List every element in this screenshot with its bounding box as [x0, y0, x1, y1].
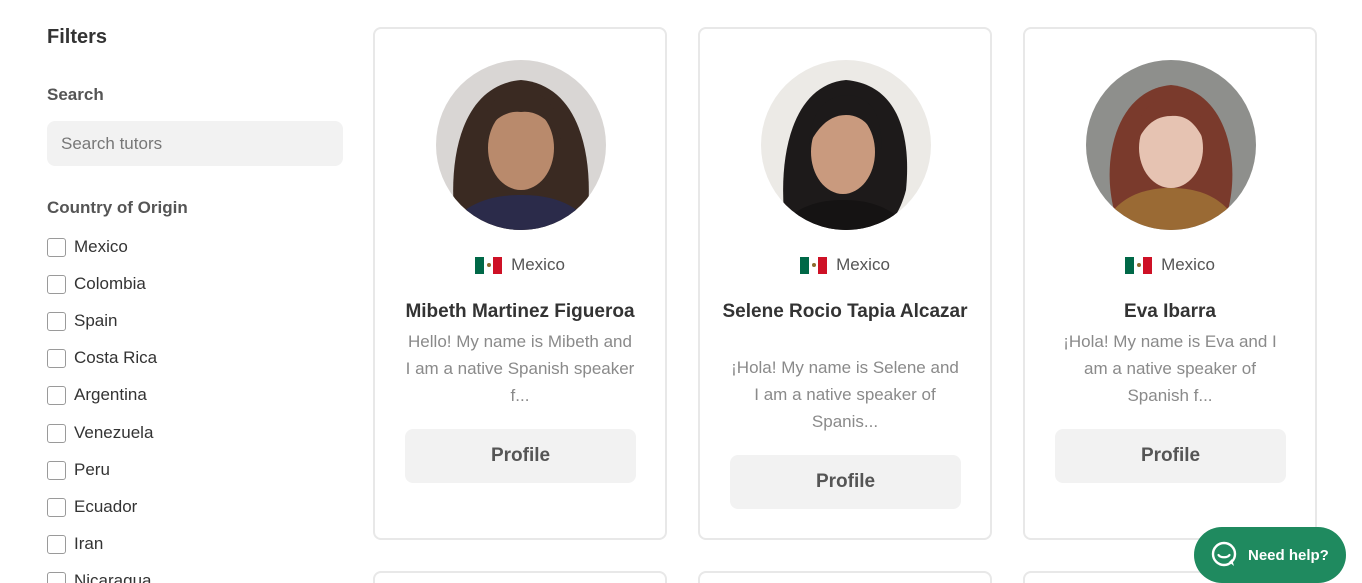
tutor-card: [373, 571, 667, 583]
tutor-name: Eva Ibarra: [1124, 301, 1216, 322]
tutor-card: Mexico Mibeth Martinez Figueroa Hello! M…: [373, 27, 667, 540]
checkbox[interactable]: [47, 460, 66, 480]
tutor-card: Mexico Eva Ibarra ¡Hola! My name is Eva …: [1023, 27, 1317, 540]
tutor-origin: Mexico: [1025, 255, 1315, 275]
country-filter-iran[interactable]: Iran: [47, 533, 103, 555]
country-filter-peru[interactable]: Peru: [47, 459, 110, 481]
filters-sidebar: Filters Search Country of Origin Mexico …: [0, 0, 360, 583]
checkbox[interactable]: [47, 274, 66, 294]
tutor-card: Mexico Selene Rocio Tapia Alcazar ¡Hola!…: [698, 27, 992, 540]
search-input[interactable]: [47, 121, 343, 166]
country-filter-spain[interactable]: Spain: [47, 310, 117, 332]
country-filter-costa-rica[interactable]: Costa Rica: [47, 347, 157, 369]
profile-button[interactable]: Profile: [405, 429, 636, 483]
country-filter-label: Ecuador: [74, 497, 138, 516]
tutor-country: Mexico: [1161, 255, 1215, 274]
search-label: Search: [47, 85, 104, 104]
country-of-origin-label: Country of Origin: [47, 198, 188, 217]
tutor-card: [698, 571, 992, 583]
tutor-bio: ¡Hola! My name is Eva and I am a native …: [1063, 332, 1277, 405]
checkbox[interactable]: [47, 423, 66, 443]
tutor-name: Mibeth Martinez Figueroa: [405, 301, 635, 322]
chat-bubble-icon: [1210, 540, 1238, 571]
country-filter-nicaragua[interactable]: Nicaragua: [47, 570, 152, 583]
checkbox[interactable]: [47, 237, 66, 257]
checkbox[interactable]: [47, 348, 66, 368]
profile-button[interactable]: Profile: [1055, 429, 1286, 483]
country-filter-label: Argentina: [74, 385, 147, 404]
country-filter-ecuador[interactable]: Ecuador: [47, 496, 137, 518]
mexico-flag-icon: [475, 256, 503, 274]
tutor-name: Selene Rocio Tapia Alcazar: [722, 301, 968, 322]
tutor-avatar: [1086, 60, 1256, 230]
country-filter-venezuela[interactable]: Venezuela: [47, 422, 153, 444]
filters-title: Filters: [47, 26, 108, 48]
need-help-label: Need help?: [1248, 546, 1329, 564]
checkbox[interactable]: [47, 497, 66, 517]
tutor-avatar: [436, 60, 606, 230]
tutor-bio: Hello! My name is Mibeth and I am a nati…: [405, 332, 635, 405]
checkbox[interactable]: [47, 385, 66, 405]
tutor-avatar: [761, 60, 931, 230]
checkbox[interactable]: [47, 534, 66, 554]
country-filter-label: Iran: [74, 534, 104, 553]
country-filter-mexico[interactable]: Mexico: [47, 236, 128, 258]
tutor-country: Mexico: [836, 255, 890, 274]
checkbox[interactable]: [47, 571, 66, 583]
country-filter-label: Peru: [74, 460, 110, 479]
profile-button[interactable]: Profile: [730, 455, 961, 509]
country-filter-label: Colombia: [74, 274, 146, 293]
country-filter-label: Costa Rica: [74, 348, 158, 367]
country-filter-colombia[interactable]: Colombia: [47, 273, 146, 295]
tutor-bio: ¡Hola! My name is Selene and I am a nati…: [731, 358, 959, 431]
tutor-country: Mexico: [511, 255, 565, 274]
checkbox[interactable]: [47, 311, 66, 331]
tutor-origin: Mexico: [700, 255, 990, 275]
country-filter-label: Spain: [74, 311, 118, 330]
need-help-button[interactable]: Need help?: [1194, 527, 1346, 583]
mexico-flag-icon: [1125, 256, 1153, 274]
country-filter-argentina[interactable]: Argentina: [47, 384, 147, 406]
mexico-flag-icon: [800, 256, 828, 274]
country-filter-label: Venezuela: [74, 423, 154, 442]
country-filter-label: Mexico: [74, 237, 128, 256]
tutor-origin: Mexico: [375, 255, 665, 275]
country-filter-label: Nicaragua: [74, 571, 152, 583]
